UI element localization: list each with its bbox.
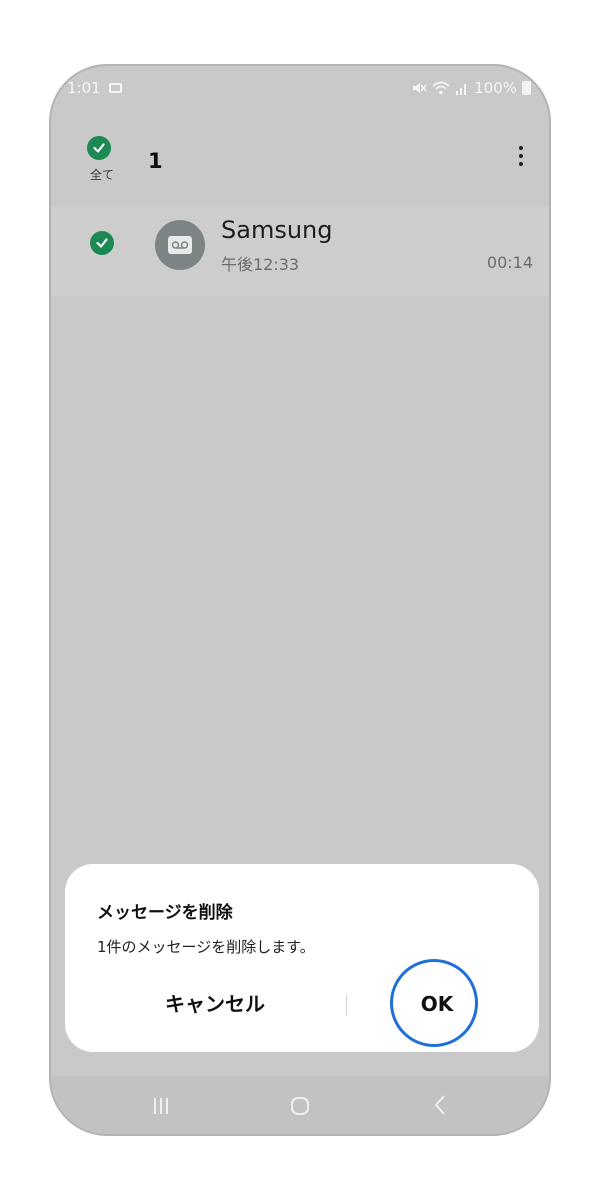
selection-header: 全て 1: [51, 112, 549, 204]
more-options-icon[interactable]: [519, 146, 523, 166]
back-icon[interactable]: [433, 1093, 447, 1117]
button-divider: [346, 994, 347, 1016]
avatar: [155, 220, 205, 270]
phone-screen: 1:01 100% 全て 1 Samsung 午後12:33 00:14 メッセ…: [49, 64, 551, 1136]
message-notification-icon: [108, 83, 122, 93]
dialog-message: 1件のメッセージを削除します。: [97, 938, 315, 956]
voicemail-duration: 00:14: [486, 253, 533, 272]
select-all-label: 全て: [89, 168, 114, 182]
contact-name: Samsung: [221, 216, 333, 244]
mute-icon: [413, 83, 427, 93]
ok-button[interactable]: OK: [377, 982, 497, 1026]
voicemail-icon: [168, 236, 192, 254]
status-bar: 1:01 100%: [51, 66, 549, 112]
dialog-title: メッセージを削除: [97, 903, 233, 923]
checkmark-icon[interactable]: [90, 231, 114, 255]
status-time: 1:01: [67, 79, 101, 97]
battery-icon: [522, 81, 531, 95]
voicemail-list-item[interactable]: Samsung 午後12:33 00:14: [51, 206, 549, 296]
recent-apps-icon[interactable]: [154, 1098, 168, 1114]
home-icon[interactable]: [291, 1097, 309, 1115]
checkmark-icon: [87, 136, 111, 160]
signal-icon: [456, 84, 467, 95]
wifi-icon: [432, 81, 450, 95]
selected-count: 1: [148, 149, 163, 173]
navigation-bar: [51, 1076, 549, 1134]
delete-dialog: メッセージを削除 1件のメッセージを削除します。 キャンセル OK: [65, 864, 539, 1052]
voicemail-time: 午後12:33: [221, 255, 300, 274]
cancel-button[interactable]: キャンセル: [125, 982, 305, 1026]
select-all-checkbox[interactable]: 全て: [87, 136, 117, 183]
battery-percent: 100%: [474, 79, 517, 97]
